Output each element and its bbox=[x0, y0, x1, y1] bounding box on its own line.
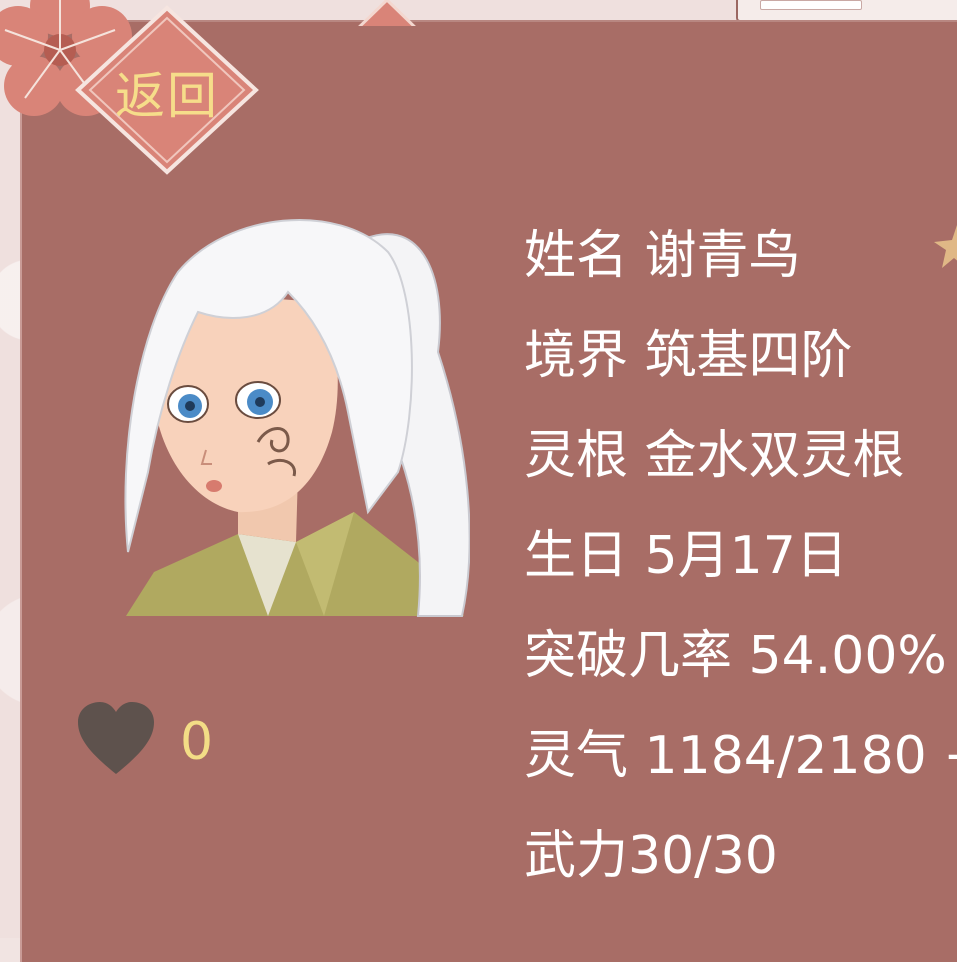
force-value: 30/30 bbox=[628, 826, 778, 886]
top-frame-inner bbox=[760, 0, 862, 10]
force-label: 武力 bbox=[524, 826, 629, 886]
qi-value: 1184/2180 + bbox=[644, 726, 957, 786]
breakthrough-row: 突破几率 54.00% bbox=[524, 606, 957, 706]
force-row: 武力30/30 bbox=[524, 806, 957, 906]
realm-row: 境界 筑基四阶 bbox=[524, 306, 957, 406]
qi-row: 灵气 1184/2180 + bbox=[524, 706, 957, 806]
birthday-value: 5月17日 bbox=[644, 526, 848, 586]
birthday-row: 生日 5月17日 bbox=[524, 506, 957, 606]
affection-value: 0 bbox=[180, 712, 214, 772]
spirit-root-value: 金水双灵根 bbox=[644, 426, 905, 486]
top-diamond-icon bbox=[358, 0, 416, 26]
breakthrough-label: 突破几率 bbox=[524, 626, 733, 686]
spirit-root-label: 灵根 bbox=[524, 426, 629, 486]
name-label: 姓名 bbox=[524, 226, 629, 286]
name-value: 谢青鸟 bbox=[644, 226, 801, 286]
spirit-root-row: 灵根 金水双灵根 bbox=[524, 406, 957, 506]
top-frame bbox=[736, 0, 957, 22]
back-button-label: 返回 bbox=[115, 67, 219, 125]
realm-label: 境界 bbox=[524, 326, 629, 386]
breakthrough-value: 54.00% bbox=[748, 626, 947, 686]
character-info: 姓名 谢青鸟 境界 筑基四阶 灵根 金水双灵根 生日 5月17日 突破几率 54… bbox=[524, 206, 957, 906]
name-row: 姓名 谢青鸟 bbox=[524, 206, 957, 306]
character-portrait bbox=[124, 219, 470, 617]
qi-label: 灵气 bbox=[524, 726, 629, 786]
heart-icon bbox=[78, 702, 154, 774]
birthday-label: 生日 bbox=[524, 526, 629, 586]
realm-value: 筑基四阶 bbox=[644, 326, 853, 386]
back-button[interactable]: 返回 bbox=[74, 4, 260, 176]
